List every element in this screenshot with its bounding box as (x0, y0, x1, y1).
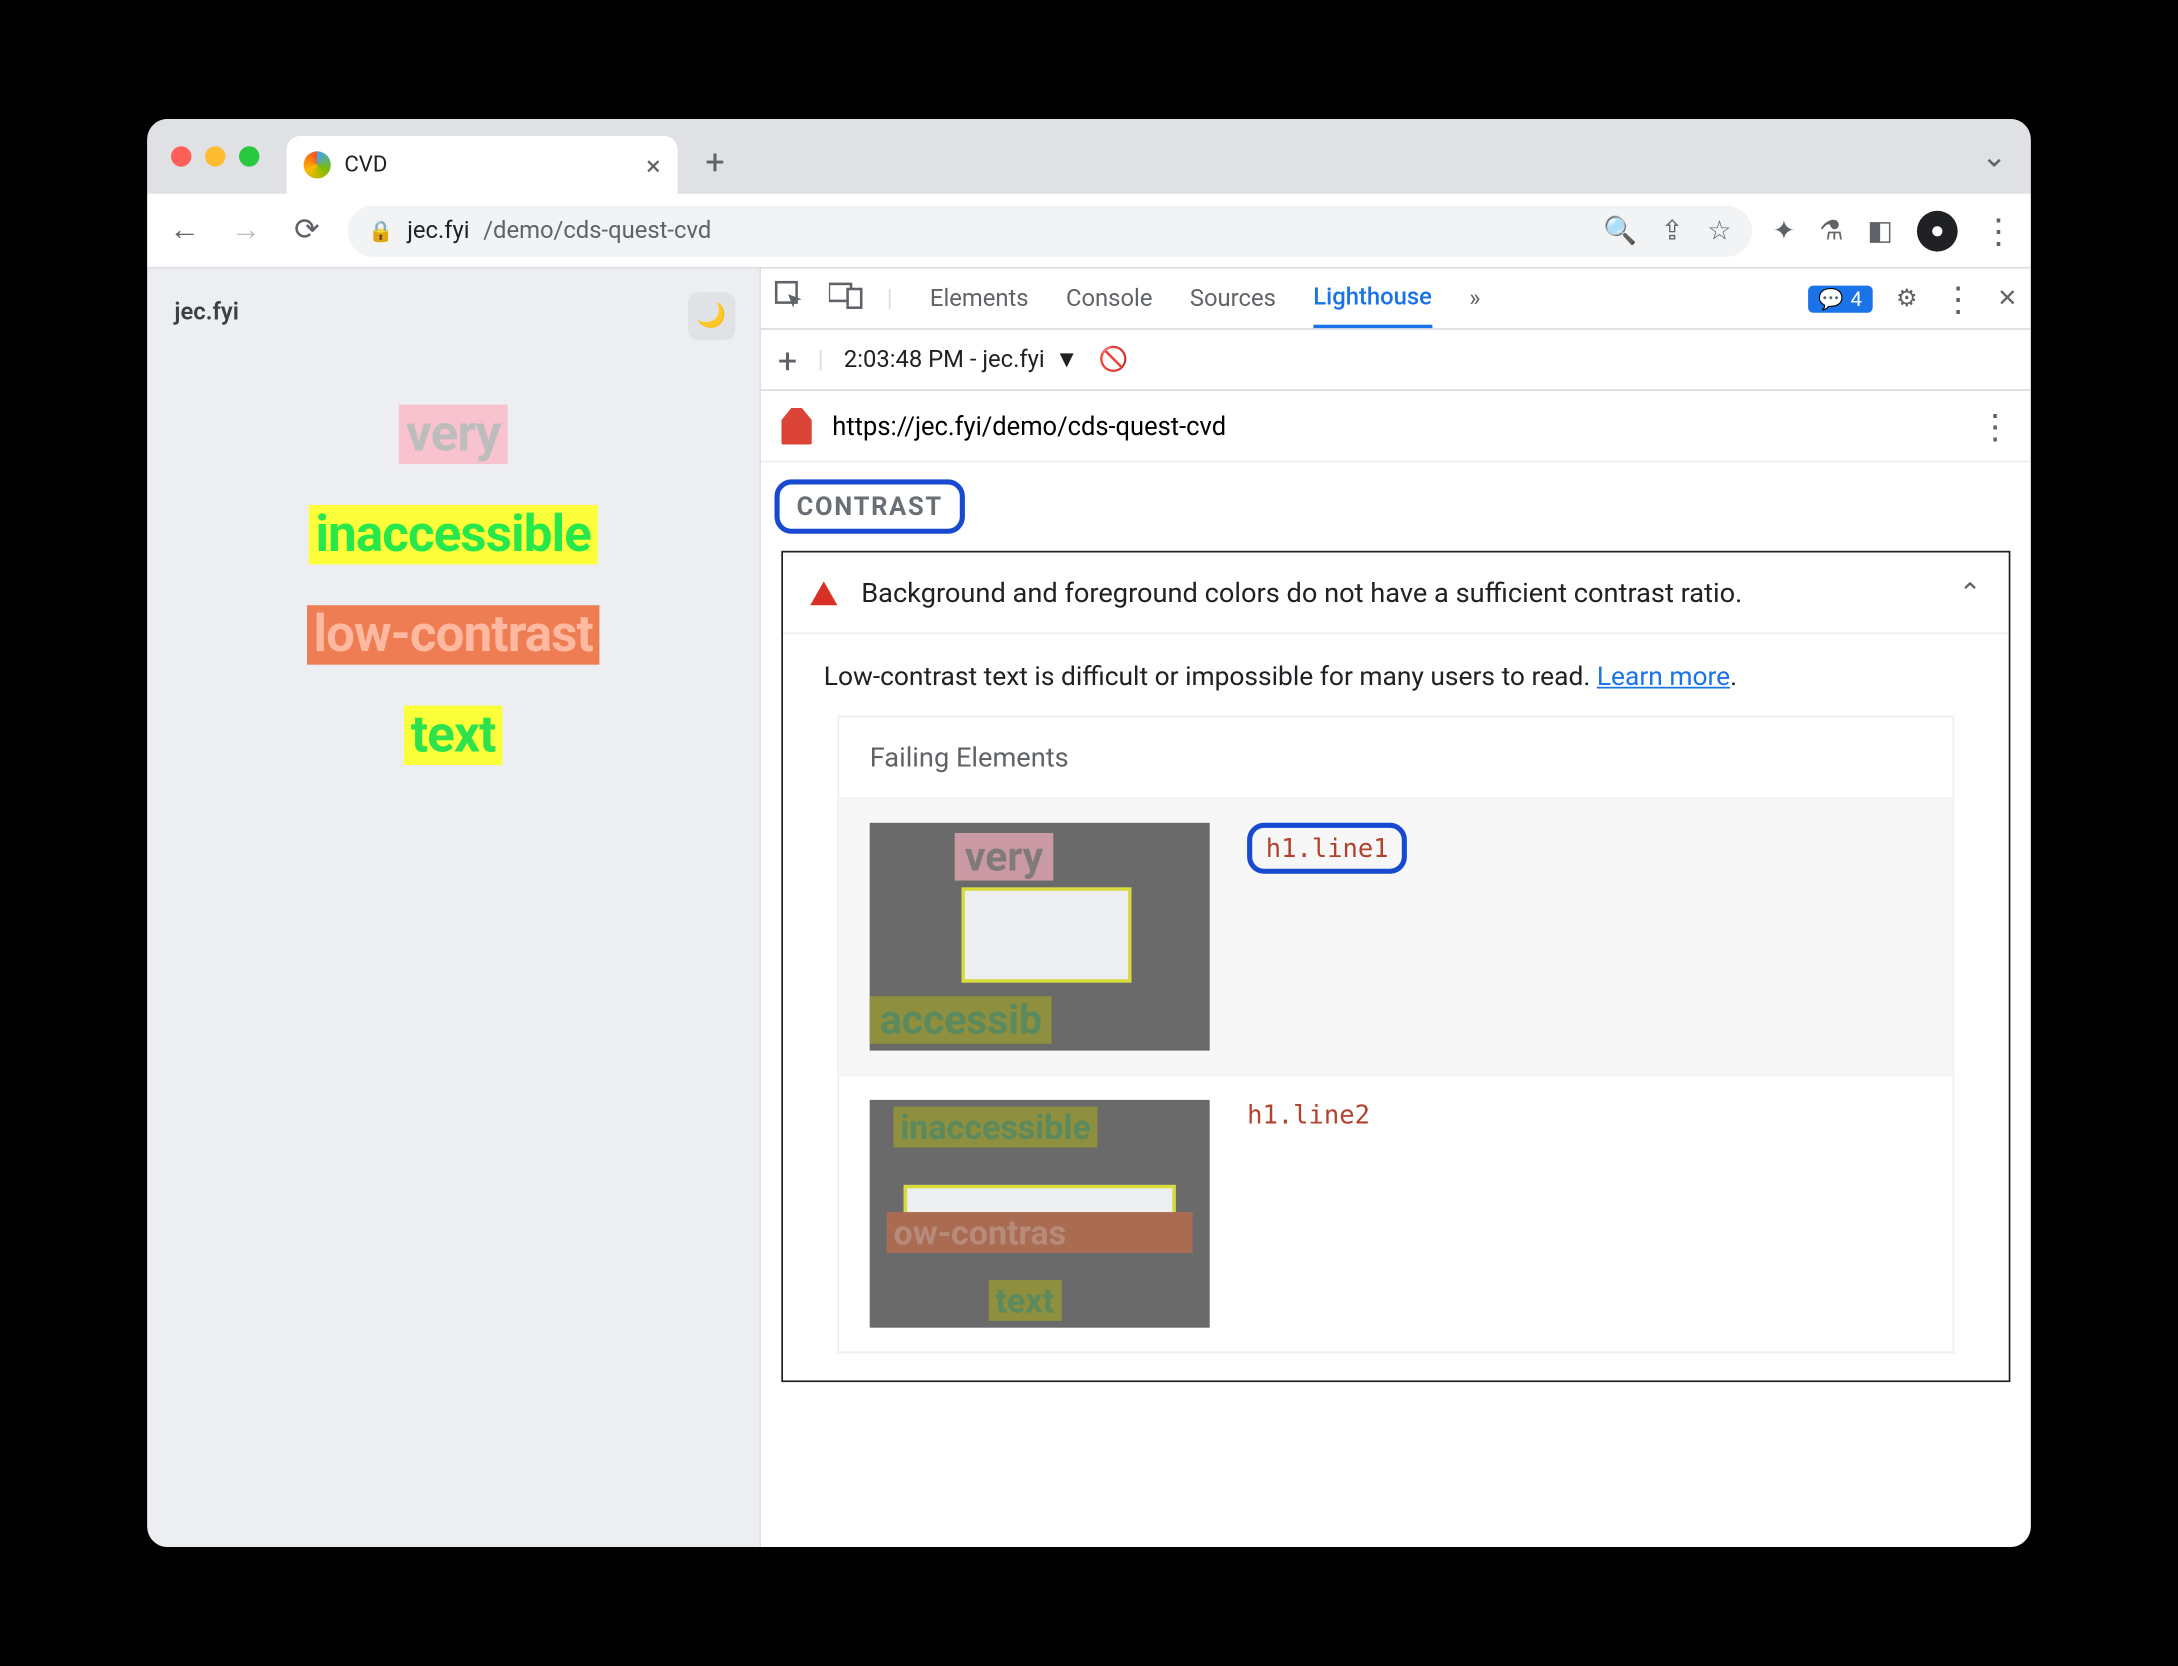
back-button[interactable]: ← (164, 213, 205, 249)
report-url-bar: https://jec.fyi/demo/cds-quest-cvd ⋮ (761, 391, 2031, 462)
url-domain: jec.fyi (407, 217, 469, 244)
failing-row[interactable]: very accessib h1.line1 (839, 797, 1953, 1074)
favicon-icon (304, 151, 331, 178)
tab-title: CVD (344, 152, 387, 178)
tab-lighthouse[interactable]: Lighthouse (1313, 269, 1432, 327)
report-menu-icon[interactable]: ⋮ (1978, 405, 2010, 446)
element-thumbnail: very accessib (870, 823, 1210, 1051)
close-tab-icon[interactable]: × (646, 149, 661, 181)
demo-text: very inaccessible low-contrast text (174, 405, 732, 765)
close-devtools-icon[interactable]: ✕ (1997, 285, 2017, 312)
lighthouse-toolbar: + | 2:03:48 PM - jec.fyi ▼ 🚫 (761, 330, 2031, 391)
warning-icon (810, 581, 837, 605)
element-selector[interactable]: h1.line2 (1247, 1100, 1370, 1131)
element-selector[interactable]: h1.line1 (1247, 823, 1407, 874)
element-thumbnail: inaccessible ow-contras text (870, 1100, 1210, 1328)
address-bar[interactable]: 🔒 jec.fyi/demo/cds-quest-cvd 🔍 ⇪ ☆ (348, 205, 1752, 256)
new-report-button[interactable]: + (778, 339, 797, 380)
maximize-window-icon[interactable] (239, 146, 259, 166)
audit-card: Background and foreground colors do not … (781, 551, 2010, 1382)
devtools-tabbar: | Elements Console Sources Lighthouse » … (761, 269, 2031, 330)
audit-title: Background and foreground colors do not … (861, 576, 1742, 608)
failing-elements-header: Failing Elements (839, 717, 1953, 797)
share-icon[interactable]: ⇪ (1661, 214, 1684, 246)
tabs-overflow-icon[interactable]: ⌄ (1981, 139, 2017, 175)
content-area: jec.fyi 🌙 very inaccessible low-contrast… (147, 269, 2031, 1547)
sidepanel-icon[interactable]: ◧ (1867, 214, 1893, 246)
dark-mode-toggle[interactable]: 🌙 (688, 292, 736, 340)
devtools-menu-icon[interactable]: ⋮ (1941, 278, 1973, 319)
collapse-icon[interactable]: ⌃ (1959, 576, 1982, 608)
failing-row[interactable]: inaccessible ow-contras text h1.line2 (839, 1074, 1953, 1351)
lighthouse-icon (781, 407, 812, 444)
device-toggle-icon[interactable] (829, 281, 863, 315)
reload-button[interactable]: ⟳ (287, 213, 328, 249)
extensions-icon[interactable]: ✦ (1773, 214, 1796, 246)
dropdown-icon: ▼ (1055, 345, 1079, 374)
report-label: 2:03:48 PM - jec.fyi (844, 346, 1045, 373)
browser-window: CVD × + ⌄ ← → ⟳ 🔒 jec.fyi/demo/cds-quest… (147, 119, 2031, 1547)
word-text: text (404, 706, 502, 766)
browser-toolbar: ← → ⟳ 🔒 jec.fyi/demo/cds-quest-cvd 🔍 ⇪ ☆… (147, 194, 2031, 269)
profile-avatar[interactable]: ● (1917, 210, 1958, 251)
minimize-window-icon[interactable] (205, 146, 225, 166)
bookmark-icon[interactable]: ☆ (1707, 214, 1731, 246)
tab-console[interactable]: Console (1066, 271, 1152, 325)
web-page: jec.fyi 🌙 very inaccessible low-contrast… (147, 269, 759, 1547)
inspect-icon[interactable] (774, 280, 805, 317)
audit-description: Low-contrast text is difficult or imposs… (824, 661, 1597, 692)
menu-icon[interactable]: ⋮ (1982, 210, 2014, 251)
tab-strip: CVD × + ⌄ (147, 119, 2031, 194)
report-selector[interactable]: 2:03:48 PM - jec.fyi ▼ (844, 345, 1079, 374)
failing-elements-box: Failing Elements very accessib h1.line1 (837, 716, 1954, 1354)
url-path: /demo/cds-quest-cvd (483, 217, 711, 244)
word-very: very (399, 405, 507, 465)
new-tab-button[interactable]: + (691, 138, 739, 186)
issues-count: 4 (1851, 286, 1862, 310)
period: . (1730, 661, 1737, 692)
tab-sources[interactable]: Sources (1190, 271, 1276, 325)
learn-more-link[interactable]: Learn more (1597, 661, 1730, 692)
audit-header[interactable]: Background and foreground colors do not … (783, 553, 2009, 635)
tab-elements[interactable]: Elements (930, 271, 1029, 325)
section-contrast: CONTRAST (774, 479, 964, 533)
report-url: https://jec.fyi/demo/cds-quest-cvd (832, 411, 1226, 442)
close-window-icon[interactable] (171, 146, 191, 166)
more-tabs-icon[interactable]: » (1469, 285, 1480, 312)
word-inaccessible: inaccessible (309, 505, 598, 565)
forward-button: → (225, 213, 266, 249)
settings-icon[interactable]: ⚙ (1896, 285, 1917, 312)
issues-badge[interactable]: 💬 4 (1808, 285, 1872, 312)
word-low-contrast: low-contrast (307, 605, 600, 665)
lock-icon: 🔒 (368, 218, 393, 242)
zoom-icon[interactable]: 🔍 (1603, 214, 1637, 246)
labs-icon[interactable]: ⚗ (1819, 214, 1843, 246)
browser-tab[interactable]: CVD × (287, 136, 678, 194)
clear-icon[interactable]: 🚫 (1099, 346, 1129, 373)
devtools-panel: | Elements Console Sources Lighthouse » … (759, 269, 2031, 1547)
page-title: jec.fyi (174, 299, 732, 326)
audit-body: Low-contrast text is difficult or imposs… (783, 634, 2009, 1380)
window-controls (161, 146, 273, 166)
